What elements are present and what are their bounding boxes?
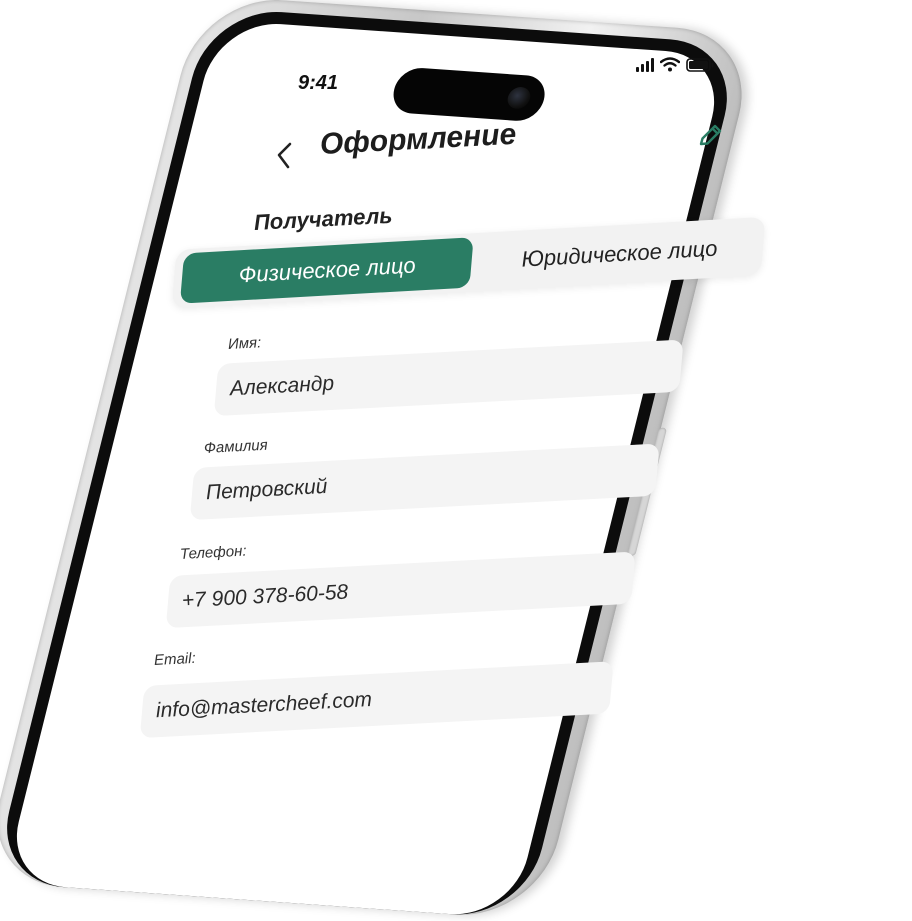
- wifi-icon: [660, 57, 680, 72]
- tab-legal-entity[interactable]: Юридическое лицо: [479, 221, 759, 287]
- pencil-icon: [699, 124, 722, 146]
- status-icons: [636, 56, 714, 72]
- back-button[interactable]: [272, 140, 298, 170]
- cellular-signal-icon: [636, 58, 654, 72]
- battery-icon: [686, 58, 714, 72]
- last-name-label: Фамилия: [203, 436, 269, 457]
- phone-field[interactable]: +7 900 378-60-58: [165, 551, 636, 629]
- recipient-section-label: Получатель: [253, 202, 393, 235]
- first-name-field[interactable]: Александр: [213, 339, 684, 417]
- phone-label: Телефон:: [179, 542, 247, 563]
- first-name-value: Александр: [229, 371, 335, 401]
- chevron-left-icon: [277, 142, 292, 169]
- email-label: Email:: [153, 649, 197, 669]
- tab-legal-entity-label: Юридическое лицо: [520, 235, 718, 272]
- last-name-value: Петровский: [205, 474, 328, 505]
- edit-button[interactable]: [694, 120, 726, 152]
- last-name-field[interactable]: Петровский: [189, 443, 660, 521]
- phone-value: +7 900 378-60-58: [181, 580, 349, 613]
- tab-individual-label: Физическое лицо: [237, 252, 416, 288]
- checkout-screen: 9:41 Оформление Получатель Физическое ли…: [0, 0, 912, 768]
- email-field[interactable]: info@mastercheef.com: [139, 661, 614, 739]
- email-value: info@mastercheef.com: [155, 687, 373, 723]
- first-name-label: Имя:: [227, 334, 262, 353]
- page-title: Оформление: [319, 117, 517, 161]
- tab-individual[interactable]: Физическое лицо: [179, 237, 474, 304]
- status-time: 9:41: [298, 72, 339, 94]
